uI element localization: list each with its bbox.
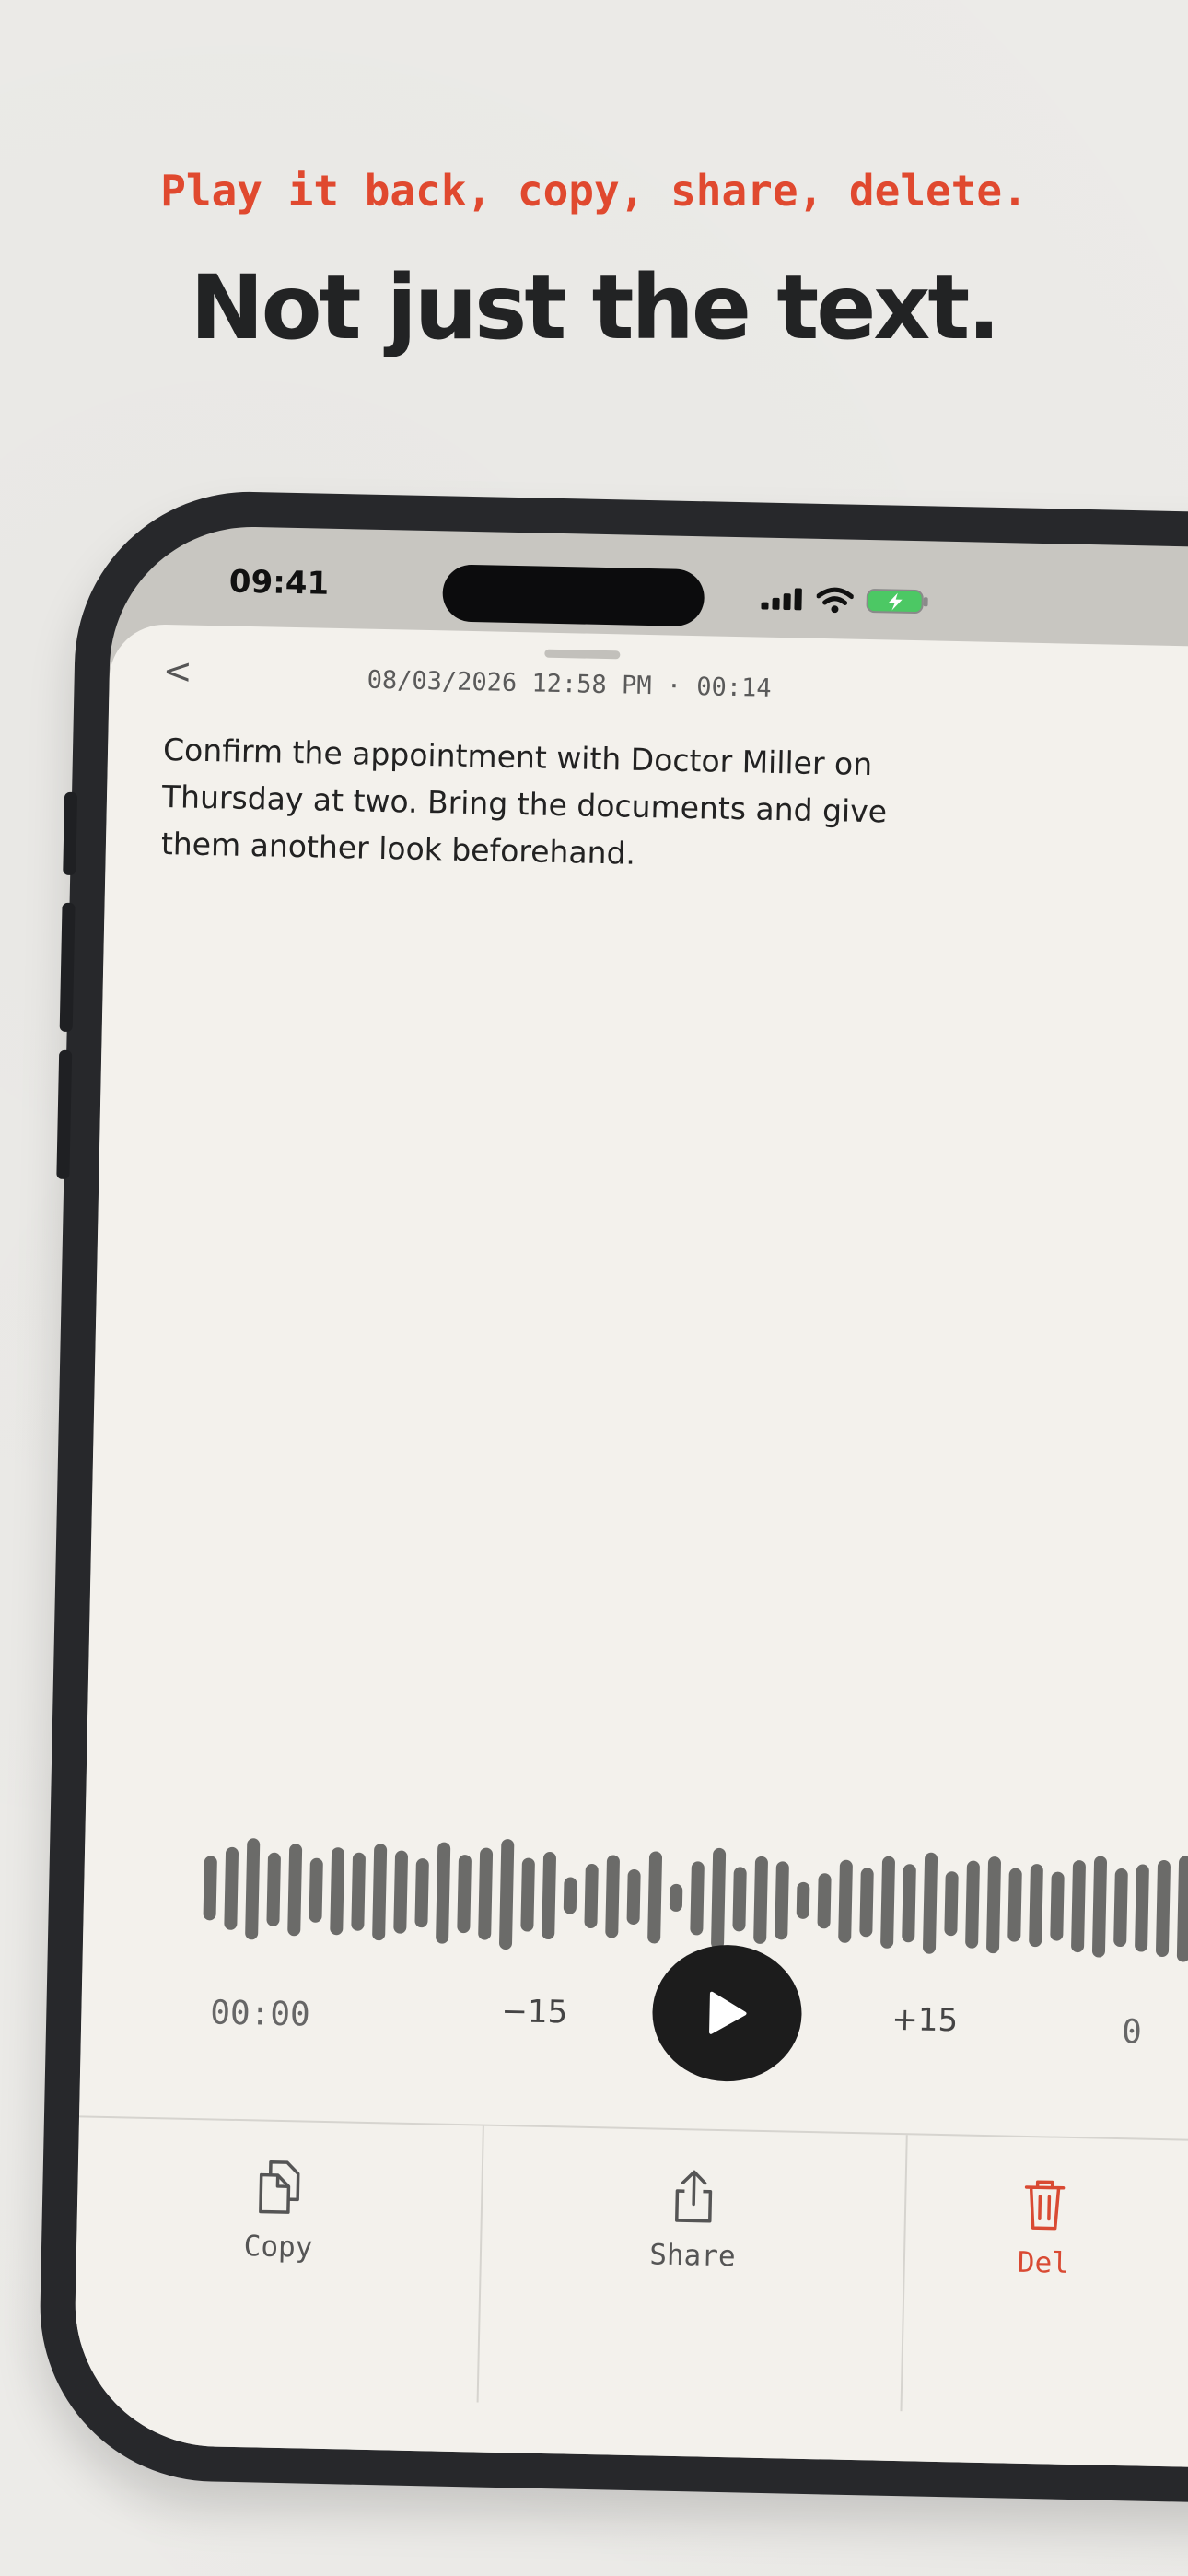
waveform-bar	[542, 1851, 557, 1939]
waveform-bar	[605, 1855, 621, 1938]
copy-label: Copy	[243, 2230, 313, 2265]
share-icon	[675, 2170, 713, 2223]
waveform-bar	[880, 1856, 896, 1949]
play-icon	[709, 1991, 747, 2034]
waveform-bar	[753, 1856, 769, 1944]
waveform-bar	[647, 1851, 663, 1944]
waveform-bar	[838, 1859, 854, 1943]
waveform-bar	[563, 1877, 577, 1914]
waveform-bar	[626, 1868, 641, 1926]
waveform-bar	[902, 1863, 916, 1942]
status-time: 09:41	[228, 563, 330, 603]
waveform-bar	[1155, 1859, 1171, 1957]
waveform-bar	[414, 1857, 429, 1927]
waveform-bar	[1134, 1863, 1149, 1952]
waveform-bar	[922, 1852, 938, 1954]
volume-down-button	[56, 1049, 73, 1179]
time-elapsed: 00:00	[209, 1994, 311, 2034]
dynamic-island	[442, 564, 705, 627]
waveform-bar	[351, 1852, 367, 1931]
waveform-bar	[859, 1867, 874, 1937]
waveform-bar	[393, 1850, 409, 1934]
waveform-bar	[287, 1844, 303, 1937]
waveform-bar	[478, 1847, 494, 1940]
waveform-bar	[965, 1860, 981, 1949]
waveform-bar	[775, 1860, 789, 1939]
waveform-bar	[436, 1842, 451, 1944]
wifi-icon	[816, 587, 854, 614]
waveform-bar	[669, 1883, 683, 1913]
waveform-bar	[1050, 1870, 1065, 1941]
waveform-bar	[457, 1854, 472, 1933]
screen: 09:41 < 08/03/2026 12:58 PM · 00:14 Conf…	[72, 523, 1188, 2472]
phone-mockup: 09:41 < 08/03/2026 12:58 PM · 00:14 Conf…	[36, 488, 1188, 2544]
waveform-bar	[224, 1846, 239, 1930]
waveform-bar	[266, 1852, 282, 1926]
sheet-grabber[interactable]	[544, 649, 621, 660]
time-total: 0	[1121, 2013, 1143, 2052]
signal-icon	[761, 588, 802, 611]
waveform-bar	[1091, 1856, 1108, 1958]
waveform-bar	[817, 1873, 832, 1929]
waveform-bar	[796, 1881, 810, 1919]
delete-button[interactable]: Del	[902, 2135, 1183, 2417]
waveform-bar	[1176, 1855, 1188, 1962]
waveform[interactable]	[203, 1832, 1188, 1966]
waveform-bar	[1070, 1859, 1087, 1953]
skip-back-button[interactable]: −15	[501, 1993, 568, 2031]
waveform-bar	[372, 1843, 388, 1940]
volume-up-button	[59, 902, 76, 1032]
back-icon[interactable]: <	[162, 650, 192, 692]
waveform-bar	[1113, 1868, 1128, 1947]
transcript-text[interactable]: Confirm the appointment with Doctor Mill…	[160, 726, 955, 884]
recording-meta: 08/03/2026 12:58 PM · 00:14	[367, 665, 772, 703]
waveform-bar	[309, 1857, 323, 1923]
delete-label: Del	[1017, 2245, 1070, 2280]
waveform-bar	[245, 1838, 261, 1940]
status-icons	[761, 586, 929, 615]
play-button[interactable]	[650, 1943, 804, 2083]
tagline: Play it back, copy, share, delete.	[160, 166, 1028, 216]
battery-charging-icon	[866, 589, 928, 615]
action-button	[63, 791, 78, 876]
waveform-bar	[690, 1861, 705, 1936]
phone-frame: 09:41 < 08/03/2026 12:58 PM · 00:14 Conf…	[36, 488, 1188, 2507]
headline: Not just the text.	[190, 256, 1000, 359]
waveform-bar	[732, 1867, 747, 1932]
waveform-bar	[944, 1871, 959, 1937]
share-label: Share	[648, 2238, 736, 2274]
action-bar: Copy Share Del	[73, 2115, 1188, 2422]
waveform-bar	[710, 1847, 727, 1950]
waveform-bar	[203, 1856, 217, 1921]
waveform-bar	[330, 1846, 345, 1935]
waveform-bar	[498, 1838, 515, 1950]
waveform-bar	[1007, 1868, 1022, 1942]
skip-forward-button[interactable]: +15	[891, 2001, 959, 2039]
waveform-bar	[985, 1856, 1002, 1953]
copy-button[interactable]: Copy	[73, 2117, 484, 2403]
note-detail-sheet: < 08/03/2026 12:58 PM · 00:14 Confirm th…	[72, 623, 1188, 2472]
copy-icon	[259, 2160, 300, 2214]
share-button[interactable]: Share	[478, 2125, 908, 2412]
waveform-bar	[584, 1863, 599, 1929]
trash-icon	[1024, 2180, 1066, 2231]
waveform-bar	[1029, 1863, 1043, 1948]
waveform-bar	[520, 1857, 535, 1932]
